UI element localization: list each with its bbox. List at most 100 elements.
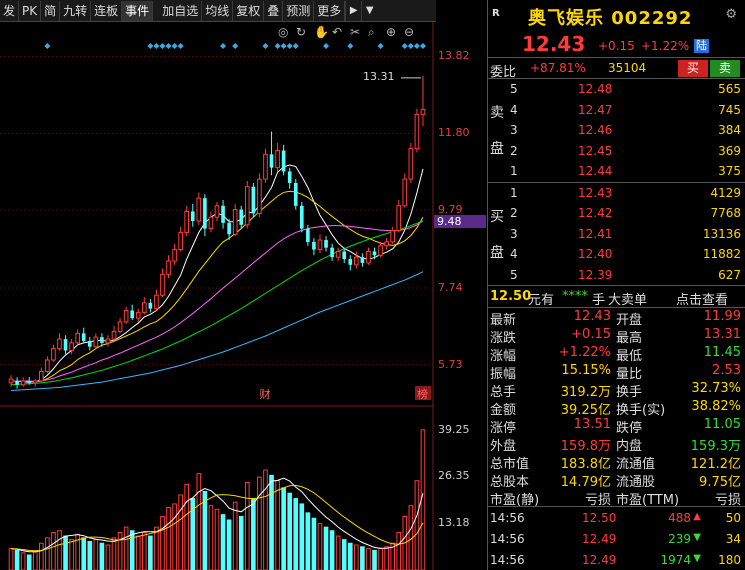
candle[interactable] <box>214 201 220 221</box>
volume-bar[interactable] <box>26 554 32 570</box>
candle[interactable] <box>45 356 50 374</box>
chart-tool-icon[interactable]: ⌕ <box>368 25 375 39</box>
book-row[interactable]: 1 12.44 375 <box>488 161 745 182</box>
volume-bar[interactable] <box>117 532 123 570</box>
candle[interactable] <box>81 327 86 343</box>
candle[interactable] <box>384 238 389 250</box>
candle[interactable] <box>172 243 177 265</box>
volume-bar[interactable] <box>105 544 111 570</box>
book-row[interactable]: 2 12.42 7768 <box>488 203 745 224</box>
event-diamond[interactable] <box>147 43 154 49</box>
event-diamond[interactable] <box>419 43 426 49</box>
exchange-tag[interactable]: 陆 <box>694 39 709 53</box>
volume-bar[interactable] <box>57 530 62 570</box>
volume-bar[interactable] <box>257 476 262 570</box>
chart-tool-icon[interactable]: ⊖ <box>404 25 414 39</box>
candle[interactable] <box>111 325 117 341</box>
candle[interactable] <box>342 247 347 263</box>
volume-bar[interactable] <box>317 523 323 570</box>
candle[interactable] <box>87 337 92 351</box>
event-diamond[interactable] <box>153 43 160 49</box>
event-marker[interactable]: 榜 <box>414 386 431 401</box>
volume-bar[interactable] <box>281 487 286 570</box>
volume-bar[interactable] <box>141 532 147 570</box>
volume-bar[interactable] <box>263 469 268 570</box>
book-row[interactable]: 5 12.39 627 <box>488 265 745 286</box>
candle[interactable] <box>208 211 214 233</box>
toolbar-button[interactable]: PK <box>19 0 42 21</box>
candle[interactable] <box>190 203 195 227</box>
chart-tool-icon[interactable]: ◎ <box>278 25 288 39</box>
volume-bar[interactable] <box>166 507 171 570</box>
candlestick-chart[interactable]: ◎ ↻ ✋ ↶ ✂ ⌕ ⊕ ⊖ 13.31 财 榜 <box>0 22 436 570</box>
book-row[interactable]: 3 12.46 384 <box>488 120 745 141</box>
toolbar-button[interactable]: 均线 <box>202 0 234 21</box>
volume-bar[interactable] <box>220 514 226 570</box>
candle[interactable] <box>123 306 129 324</box>
event-diamond[interactable] <box>347 43 354 49</box>
volume-bar[interactable] <box>45 537 50 570</box>
candle[interactable] <box>117 318 123 334</box>
event-diamond[interactable] <box>262 43 269 49</box>
candle[interactable] <box>263 148 268 183</box>
volume-bar[interactable] <box>172 503 177 570</box>
volume-bar[interactable] <box>14 549 20 570</box>
buy-button[interactable]: 买 <box>678 60 708 77</box>
candle[interactable] <box>75 329 80 345</box>
toolbar-button[interactable]: 九转 <box>60 0 92 21</box>
candle[interactable] <box>20 377 26 387</box>
event-diamond[interactable] <box>44 43 51 49</box>
candle[interactable] <box>330 243 334 261</box>
volume-bar[interactable] <box>244 482 250 570</box>
chart-tool-icon[interactable]: ✂ <box>350 25 360 39</box>
volume-bar[interactable] <box>366 548 371 570</box>
volume-bar[interactable] <box>81 537 87 570</box>
volume-bar[interactable] <box>39 542 44 570</box>
candle[interactable] <box>293 179 298 210</box>
volume-bar[interactable] <box>293 498 299 570</box>
volume-bar[interactable] <box>63 535 68 570</box>
candle[interactable] <box>317 234 323 254</box>
volume-bar[interactable] <box>360 546 365 570</box>
volume-bar[interactable] <box>378 548 383 570</box>
candle[interactable] <box>221 200 225 229</box>
book-row[interactable]: 3 12.41 13136 <box>488 224 745 245</box>
candle[interactable] <box>396 200 402 233</box>
candle[interactable] <box>39 367 44 383</box>
volume-bar[interactable] <box>87 540 93 570</box>
candle[interactable] <box>402 173 408 208</box>
candle[interactable] <box>378 241 383 258</box>
volume-bar[interactable] <box>384 546 389 570</box>
volume-bar[interactable] <box>420 429 426 570</box>
event-marker[interactable]: 财 <box>259 387 270 401</box>
volume-bar[interactable] <box>196 473 202 570</box>
volume-bar[interactable] <box>305 512 311 570</box>
event-diamond[interactable] <box>323 43 330 49</box>
candle[interactable] <box>281 144 286 176</box>
volume-bar[interactable] <box>214 508 220 570</box>
candle[interactable] <box>135 308 141 322</box>
gear-icon[interactable]: ⚙ <box>725 7 737 22</box>
volume-bar[interactable] <box>154 526 159 570</box>
toolbar-button[interactable]: 连板 <box>91 0 123 21</box>
arrow-down-icon[interactable]: ▼ <box>361 0 377 21</box>
candle[interactable] <box>15 377 19 389</box>
event-diamond[interactable] <box>407 43 414 49</box>
candle[interactable] <box>360 253 365 267</box>
volume-bar[interactable] <box>335 535 341 570</box>
book-row[interactable]: 2 12.45 369 <box>488 141 745 162</box>
event-diamond[interactable] <box>286 43 293 49</box>
book-row[interactable]: 1 12.43 4129 <box>488 183 745 204</box>
candle[interactable] <box>196 192 202 225</box>
volume-bar[interactable] <box>232 501 238 570</box>
volume-bar[interactable] <box>287 492 293 570</box>
candle[interactable] <box>251 182 256 218</box>
volume-bar[interactable] <box>111 537 117 570</box>
volume-bar[interactable] <box>311 517 317 570</box>
candle[interactable] <box>141 297 147 315</box>
book-row[interactable]: 4 12.40 11882 <box>488 244 745 265</box>
volume-bar[interactable] <box>129 530 135 570</box>
volume-bar[interactable] <box>135 535 141 570</box>
event-diamond[interactable] <box>413 43 420 49</box>
volume-bar[interactable] <box>226 519 232 570</box>
